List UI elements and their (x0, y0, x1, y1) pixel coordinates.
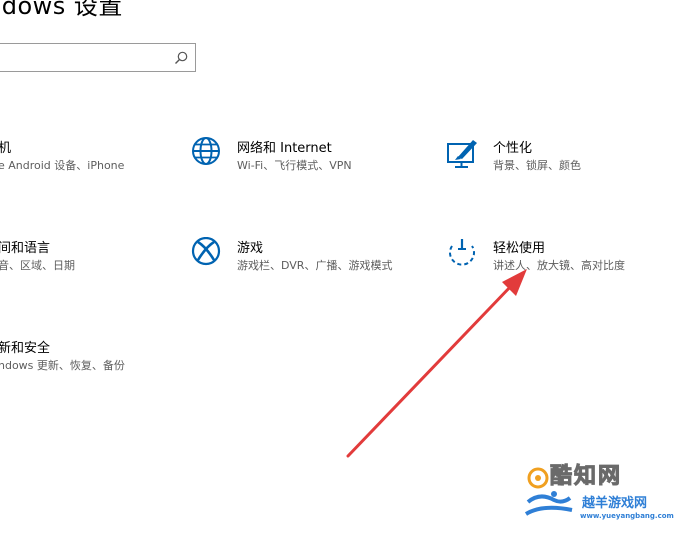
ease-of-access-icon (449, 239, 475, 266)
tile-description: Wi-Fi、飞行模式、VPN (237, 159, 352, 172)
settings-tile-time-language[interactable]: 间和语言 音、区域、日期 (0, 237, 148, 285)
tile-name: 机 (0, 141, 12, 156)
settings-tile-phone[interactable]: 机 e Android 设备、iPhone (0, 137, 148, 185)
settings-window: ndows 设置 机 e Android 设备、iPhone 网络和 Inter… (0, 0, 682, 536)
watermark-url: www.yueyangbang.com (580, 512, 674, 520)
settings-tile-personalization[interactable]: 个性化 背景、锁屏、颜色 (446, 137, 646, 185)
search-input[interactable] (0, 43, 196, 72)
xbox-icon (191, 237, 221, 266)
watermark-text: 酷知网 (549, 464, 623, 490)
tile-description: ndows 更新、恢复、备份 (0, 359, 125, 372)
tile-description: 背景、锁屏、颜色 (493, 159, 581, 172)
page-title: ndows 设置 (0, 0, 123, 20)
tile-name: 新和安全 (0, 341, 51, 356)
watermark: 酷知网 越羊游戏网 www.yueyangbang.com (520, 458, 680, 532)
search-icon (175, 51, 188, 64)
tile-name: 个性化 (493, 141, 533, 156)
tile-description: 游戏栏、DVR、广播、游戏模式 (237, 259, 393, 272)
globe-icon (192, 137, 220, 165)
tile-description: e Android 设备、iPhone (0, 159, 125, 172)
settings-tile-ease-of-access[interactable]: 轻松使用 讲述人、放大镜、高对比度 (446, 237, 646, 285)
watermark-site-name: 越羊游戏网 (582, 496, 648, 511)
settings-tile-network[interactable]: 网络和 Internet Wi-Fi、飞行模式、VPN (190, 137, 400, 185)
tile-description: 音、区域、日期 (0, 259, 75, 272)
tile-description: 讲述人、放大镜、高对比度 (493, 259, 625, 272)
tile-name: 间和语言 (0, 241, 51, 256)
tile-name: 轻松使用 (493, 241, 546, 256)
paint-tablet-icon (447, 140, 477, 168)
settings-tile-update-security[interactable]: 新和安全 ndows 更新、恢复、备份 (0, 337, 148, 385)
tile-name: 网络和 Internet (237, 141, 332, 156)
tile-name: 游戏 (237, 241, 264, 256)
settings-tile-gaming[interactable]: 游戏 游戏栏、DVR、广播、游戏模式 (190, 237, 410, 285)
